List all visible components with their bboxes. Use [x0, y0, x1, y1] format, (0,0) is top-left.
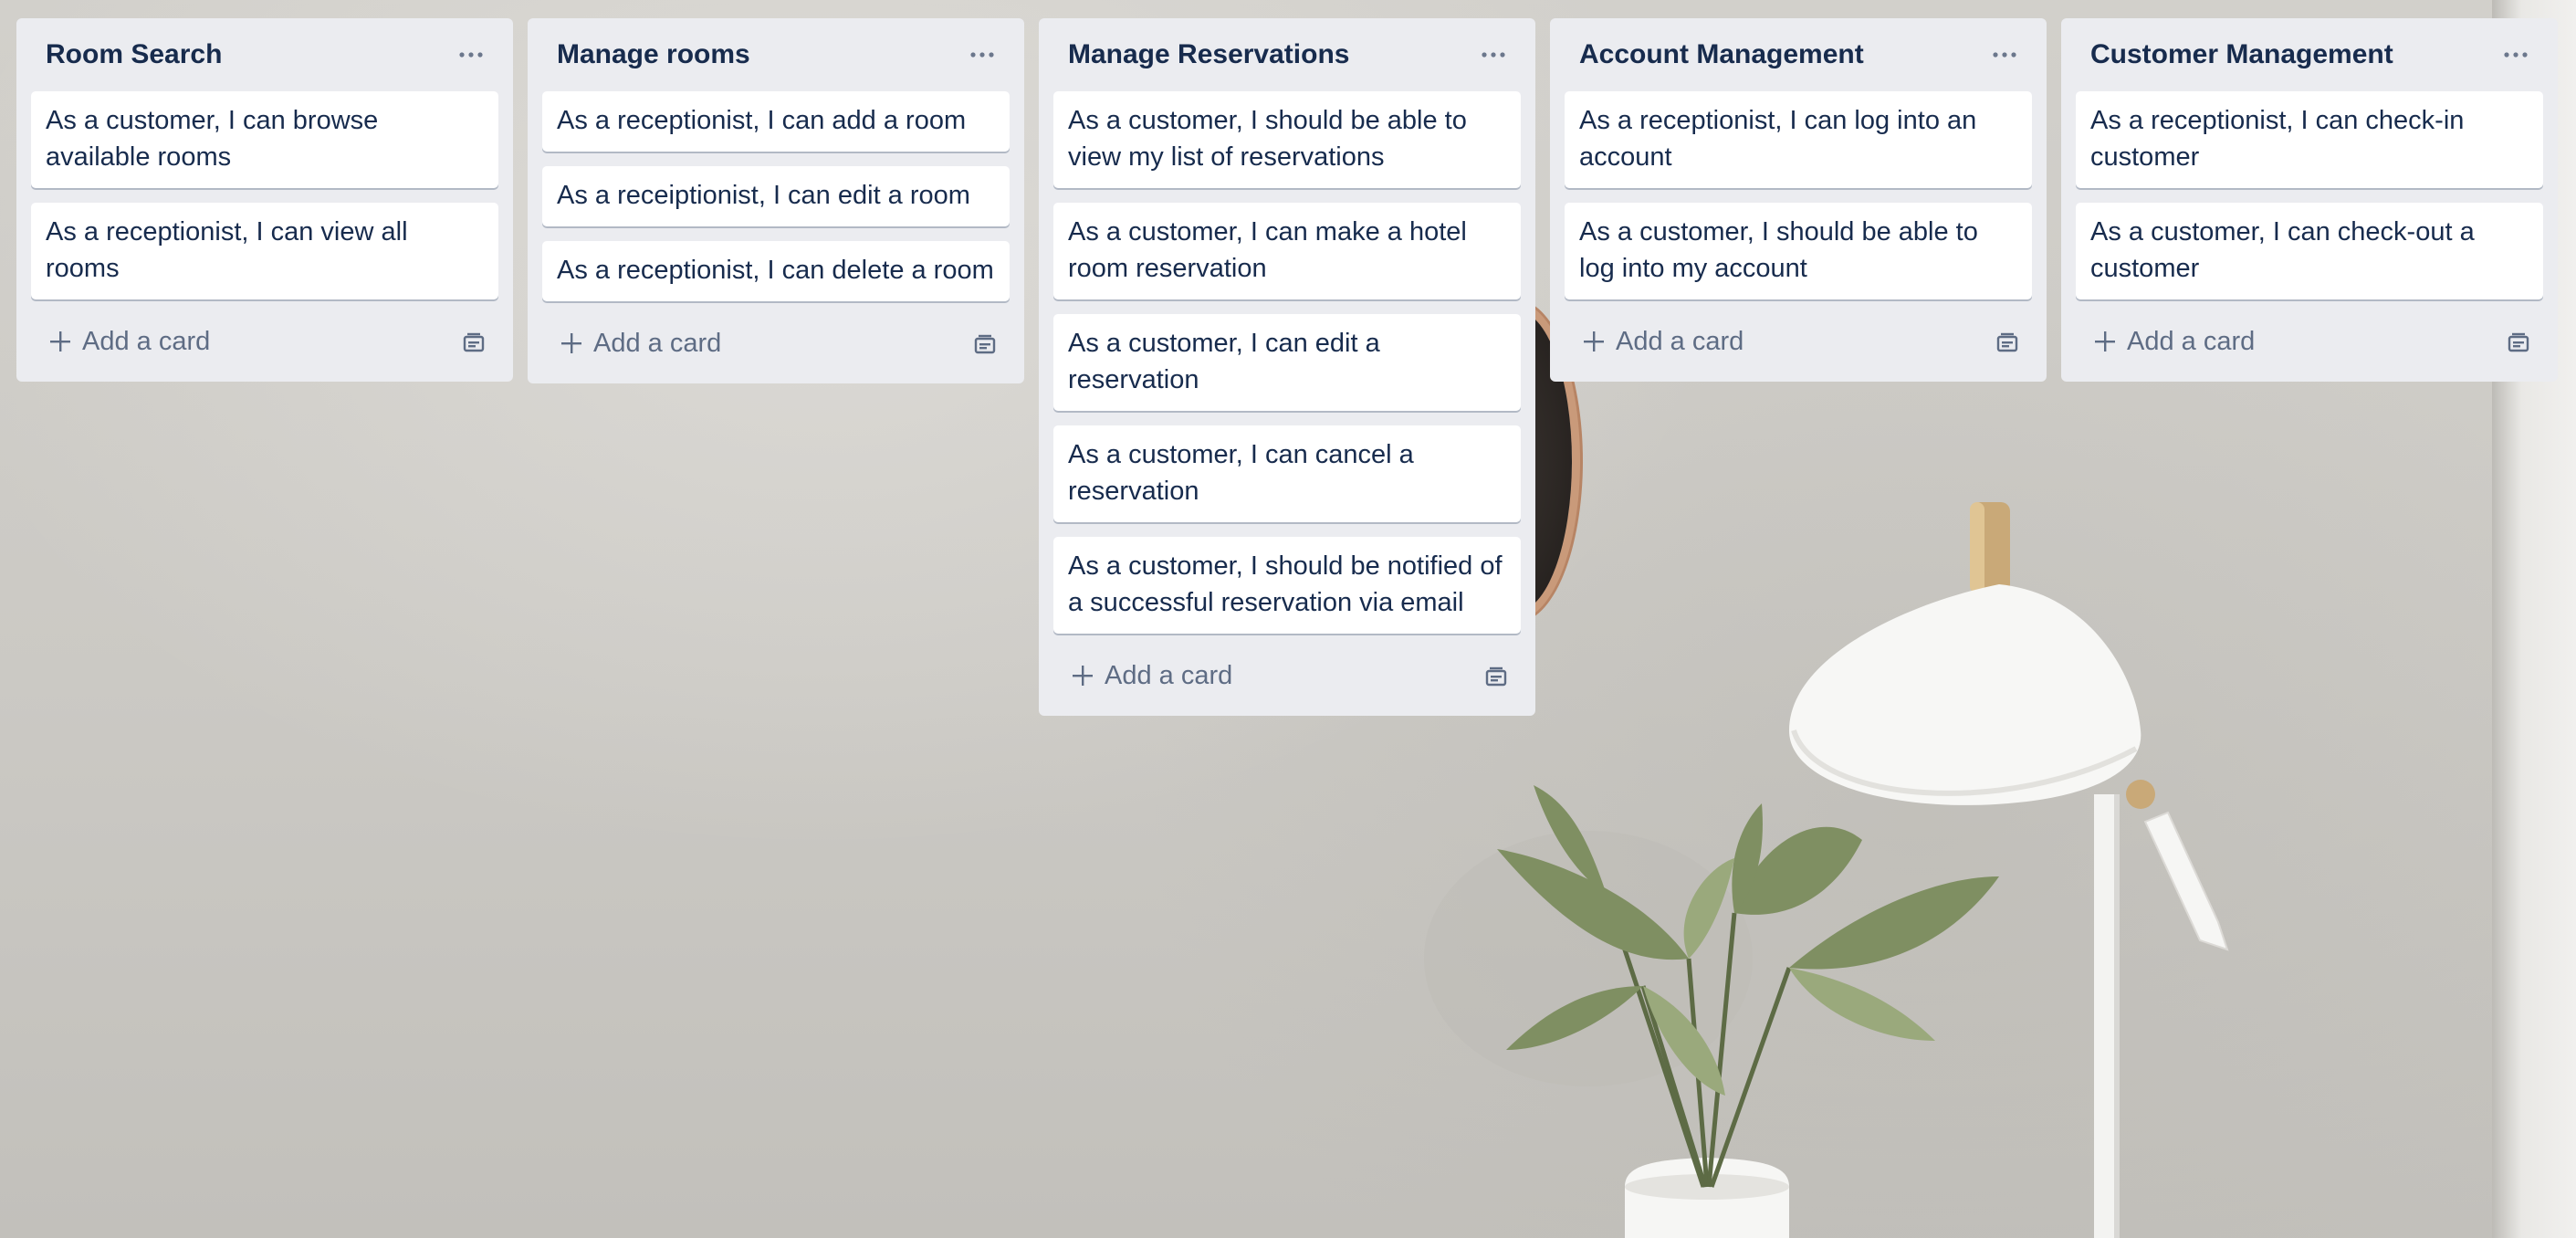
- list-title[interactable]: Manage rooms: [557, 39, 750, 70]
- kanban-board: Room Search As a customer, I can browse …: [0, 0, 2576, 1238]
- list-title[interactable]: Customer Management: [2090, 39, 2393, 70]
- list-footer: Add a card: [1565, 314, 2032, 369]
- card[interactable]: As a receptionist, I can delete a room: [542, 241, 1010, 301]
- add-card-label: Add a card: [1105, 660, 1233, 690]
- card[interactable]: As a customer, I can make a hotel room r…: [1053, 203, 1521, 299]
- ellipsis-icon[interactable]: [1988, 38, 2021, 71]
- card[interactable]: As a receptionist, I can log into an acc…: [1565, 91, 2032, 188]
- card-template-icon[interactable]: [1481, 661, 1512, 692]
- list-room-search: Room Search As a customer, I can browse …: [16, 18, 513, 382]
- ellipsis-icon[interactable]: [966, 38, 999, 71]
- card[interactable]: As a customer, I should be notified of a…: [1053, 537, 1521, 634]
- add-card-label: Add a card: [1616, 326, 1744, 356]
- list-title[interactable]: Account Management: [1579, 39, 1864, 70]
- card[interactable]: As a customer, I should be able to view …: [1053, 91, 1521, 188]
- card[interactable]: As a customer, I can browse available ro…: [31, 91, 498, 188]
- list-footer: Add a card: [1053, 648, 1521, 703]
- plus-icon: [560, 332, 582, 354]
- list-header: Account Management: [1565, 18, 2032, 91]
- add-card-button[interactable]: Add a card: [2094, 327, 2255, 357]
- list-header: Room Search: [31, 18, 498, 91]
- list-header: Manage Reservations: [1053, 18, 1521, 91]
- plus-icon: [1072, 665, 1094, 687]
- add-card-button[interactable]: Add a card: [1583, 327, 1744, 357]
- ellipsis-icon[interactable]: [2499, 38, 2532, 71]
- list-customer-management: Customer Management As a receptionist, I…: [2061, 18, 2558, 382]
- list-footer: Add a card: [31, 314, 498, 369]
- card-template-icon[interactable]: [458, 327, 489, 358]
- card[interactable]: As a customer, I should be able to log i…: [1565, 203, 2032, 299]
- card[interactable]: As a receptionist, I can check-in custom…: [2076, 91, 2543, 188]
- plus-icon: [49, 330, 71, 352]
- add-card-label: Add a card: [2127, 326, 2256, 356]
- card[interactable]: As a customer, I can check-out a custome…: [2076, 203, 2543, 299]
- list-header: Customer Management: [2076, 18, 2543, 91]
- card[interactable]: As a receptionist, I can view all rooms: [31, 203, 498, 299]
- add-card-button[interactable]: Add a card: [560, 329, 721, 359]
- plus-icon: [1583, 330, 1605, 352]
- add-card-button[interactable]: Add a card: [49, 327, 210, 357]
- card[interactable]: As a receiptionist, I can edit a room: [542, 166, 1010, 226]
- ellipsis-icon[interactable]: [455, 38, 487, 71]
- ellipsis-icon[interactable]: [1477, 38, 1510, 71]
- card[interactable]: As a customer, I can edit a reservation: [1053, 314, 1521, 411]
- add-card-label: Add a card: [593, 328, 722, 358]
- list-manage-reservations: Manage Reservations As a customer, I sho…: [1039, 18, 1535, 716]
- card[interactable]: As a receptionist, I can add a room: [542, 91, 1010, 152]
- card-template-icon[interactable]: [1992, 327, 2023, 358]
- list-footer: Add a card: [2076, 314, 2543, 369]
- card-template-icon[interactable]: [969, 329, 1000, 360]
- card[interactable]: As a customer, I can cancel a reservatio…: [1053, 425, 1521, 522]
- list-footer: Add a card: [542, 316, 1010, 371]
- list-header: Manage rooms: [542, 18, 1010, 91]
- add-card-button[interactable]: Add a card: [1072, 661, 1232, 691]
- plus-icon: [2094, 330, 2116, 352]
- list-title[interactable]: Room Search: [46, 39, 222, 70]
- list-title[interactable]: Manage Reservations: [1068, 39, 1349, 70]
- list-manage-rooms: Manage rooms As a receptionist, I can ad…: [528, 18, 1024, 383]
- add-card-label: Add a card: [82, 326, 211, 356]
- list-account-management: Account Management As a receptionist, I …: [1550, 18, 2047, 382]
- card-template-icon[interactable]: [2503, 327, 2534, 358]
